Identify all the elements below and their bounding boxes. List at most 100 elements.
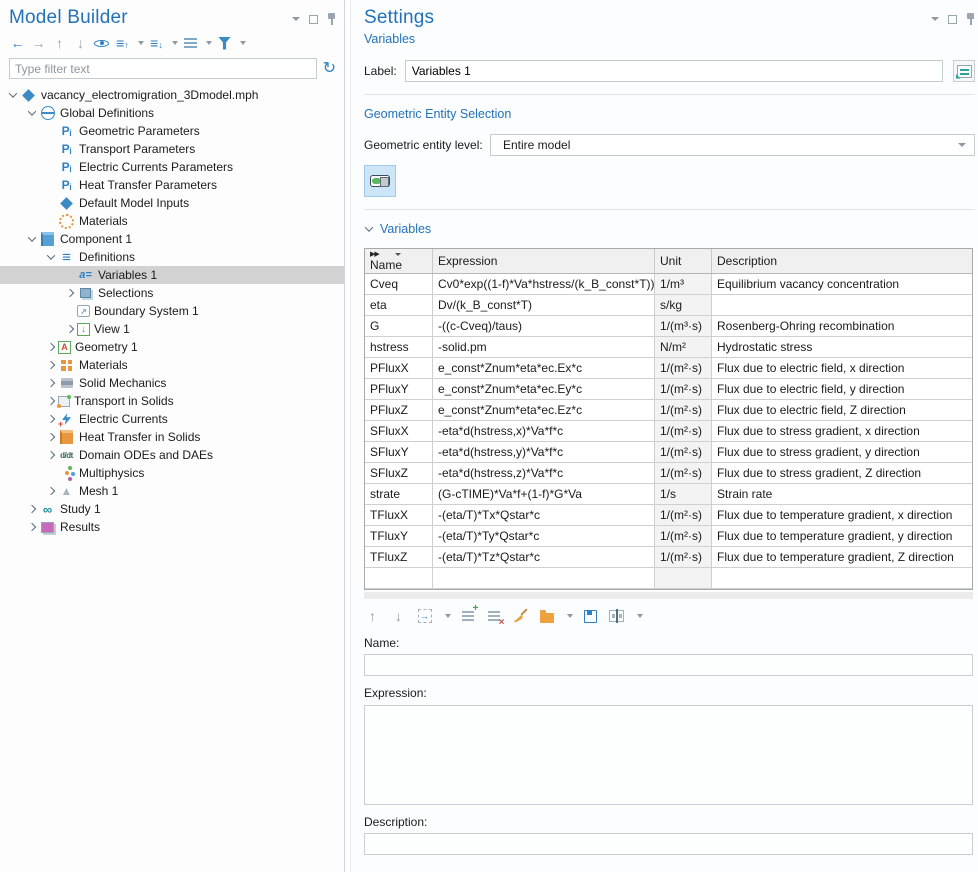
delete-row-button[interactable] [486, 607, 503, 625]
variables-table-row[interactable]: hstress -solid.pm N/m² Hydrostatic stres… [365, 337, 972, 358]
move-into-button[interactable] [416, 607, 433, 625]
node-text-caret-icon[interactable] [206, 41, 212, 45]
tree-item[interactable]: Component 1 [0, 230, 344, 248]
filter-caret-icon[interactable] [240, 41, 246, 45]
tree-item[interactable]: Study 1 [0, 500, 344, 518]
rename-caret-icon[interactable] [637, 614, 643, 618]
cell-description[interactable]: Flux due to temperature gradient, x dire… [712, 505, 972, 525]
back-button[interactable]: ← [9, 34, 26, 52]
cell-expression[interactable]: -eta*d(hstress,x)*Va*f*c [433, 421, 655, 441]
column-header-name[interactable]: Name [370, 258, 427, 272]
variables-table-row[interactable]: strate (G-cTIME)*Va*f+(1-f)*G*Va 1/s Str… [365, 484, 972, 505]
cell-name[interactable]: SFluxY [365, 442, 433, 462]
forward-button[interactable]: → [30, 34, 47, 52]
tree-item[interactable]: Global Definitions [0, 104, 344, 122]
cell-expression[interactable]: -(eta/T)*Tx*Qstar*c [433, 505, 655, 525]
cell-name[interactable]: TFluxY [365, 526, 433, 546]
cell-expression[interactable]: -eta*d(hstress,z)*Va*f*c [433, 463, 655, 483]
expand-all-button[interactable]: ≡↑ [114, 34, 131, 52]
tree-item[interactable]: Multiphysics [0, 464, 344, 482]
tree-item[interactable]: Domain ODEs and DAEs [0, 446, 344, 464]
variables-table-row[interactable]: Cveq Cv0*exp((1-f)*Va*hstress/(k_B_const… [365, 274, 972, 295]
tree-item[interactable]: Electric Currents [0, 410, 344, 428]
collapse-all-caret-icon[interactable] [172, 41, 178, 45]
tree-item[interactable]: Geometric Parameters [0, 122, 344, 140]
expression-input[interactable] [364, 705, 973, 805]
tree-item[interactable]: Results [0, 518, 344, 536]
tree-item[interactable]: Boundary System 1 [0, 302, 344, 320]
tree-twisty-icon[interactable] [63, 326, 77, 332]
variables-table-row[interactable]: TFluxY -(eta/T)*Ty*Qstar*c 1/(m²·s) Flux… [365, 526, 972, 547]
section-collapse-icon[interactable] [364, 226, 374, 232]
cell-name[interactable]: G [365, 316, 433, 336]
expand-all-caret-icon[interactable] [138, 41, 144, 45]
cell-description[interactable] [712, 295, 972, 315]
tree-item[interactable]: vacancy_electromigration_3Dmodel.mph [0, 86, 344, 104]
tree-item[interactable]: View 1 [0, 320, 344, 338]
clear-table-button[interactable] [512, 607, 529, 625]
cell-name[interactable]: TFluxX [365, 505, 433, 525]
cell-name[interactable]: TFluxZ [365, 547, 433, 567]
cell-expression[interactable]: e_const*Znum*eta*ec.Ez*c [433, 400, 655, 420]
add-row-button[interactable] [460, 607, 477, 625]
show-in-documentation-button[interactable] [953, 60, 975, 82]
tree-item[interactable]: Selections [0, 284, 344, 302]
tree-twisty-icon[interactable] [44, 452, 58, 458]
cell-name[interactable]: PFluxX [365, 358, 433, 378]
tree-twisty-icon[interactable] [25, 110, 39, 116]
rename-button[interactable] [608, 607, 625, 625]
tree-twisty-icon[interactable] [6, 92, 20, 98]
tree-item[interactable]: Solid Mechanics [0, 374, 344, 392]
tree-item[interactable]: Transport Parameters [0, 140, 344, 158]
tree-item[interactable]: Variables 1 [0, 266, 344, 284]
cell-expression[interactable]: -((c-Cveq)/taus) [433, 316, 655, 336]
move-up-button[interactable]: ↑ [364, 607, 381, 625]
cell-expression[interactable]: -(eta/T)*Ty*Qstar*c [433, 526, 655, 546]
variables-table-row[interactable]: TFluxZ -(eta/T)*Tz*Qstar*c 1/(m²·s) Flux… [365, 547, 972, 568]
tree-item[interactable]: Mesh 1 [0, 482, 344, 500]
load-from-file-button[interactable] [538, 607, 555, 625]
tree-twisty-icon[interactable] [44, 398, 58, 404]
tree-twisty-icon[interactable] [44, 434, 58, 440]
cell-name[interactable] [365, 568, 433, 588]
cell-name[interactable]: Cveq [365, 274, 433, 294]
cell-expression[interactable]: Cv0*exp((1-f)*Va*hstress/(k_B_const*T)) [433, 274, 655, 294]
cell-description[interactable] [712, 568, 972, 588]
tree-item[interactable]: Electric Currents Parameters [0, 158, 344, 176]
cell-description[interactable]: Flux due to temperature gradient, y dire… [712, 526, 972, 546]
name-input[interactable] [364, 654, 973, 676]
tree-twisty-icon[interactable] [25, 506, 39, 512]
tree-item[interactable]: Transport in Solids [0, 392, 344, 410]
variables-table-row[interactable]: PFluxZ e_const*Znum*eta*ec.Ez*c 1/(m²·s)… [365, 400, 972, 421]
tree-twisty-icon[interactable] [44, 344, 58, 350]
tree-twisty-icon[interactable] [44, 254, 58, 260]
tree-twisty-icon[interactable] [44, 416, 58, 422]
load-from-file-caret-icon[interactable] [567, 614, 573, 618]
refresh-icon[interactable]: ↻ [323, 61, 336, 77]
cell-description[interactable]: Flux due to electric field, x direction [712, 358, 972, 378]
collapse-caret-icon[interactable] [292, 17, 300, 21]
column-header-description[interactable]: Description [717, 254, 967, 268]
move-up-button[interactable]: ↑ [51, 34, 68, 52]
filter-input[interactable] [9, 58, 317, 79]
save-to-file-button[interactable] [582, 607, 599, 625]
cell-expression[interactable]: e_const*Znum*eta*ec.Ex*c [433, 358, 655, 378]
cell-description[interactable]: Flux due to stress gradient, y direction [712, 442, 972, 462]
cell-expression[interactable] [433, 568, 655, 588]
column-menu-caret-icon[interactable] [395, 253, 401, 256]
cell-expression[interactable]: (G-cTIME)*Va*f+(1-f)*G*Va [433, 484, 655, 504]
cell-expression[interactable]: -(eta/T)*Tz*Qstar*c [433, 547, 655, 567]
variables-table-row[interactable]: PFluxX e_const*Znum*eta*ec.Ex*c 1/(m²·s)… [365, 358, 972, 379]
tree-item[interactable]: Materials [0, 356, 344, 374]
cell-description[interactable]: Strain rate [712, 484, 972, 504]
table-horizontal-scrollbar[interactable] [364, 592, 973, 599]
tree-twisty-icon[interactable] [63, 290, 77, 296]
variables-table-row[interactable]: SFluxZ -eta*d(hstress,z)*Va*f*c 1/(m²·s)… [365, 463, 972, 484]
filter-button[interactable] [216, 34, 233, 52]
cell-name[interactable]: strate [365, 484, 433, 504]
active-selection-toggle-button[interactable] [364, 165, 396, 197]
tree-item[interactable]: Heat Transfer in Solids [0, 428, 344, 446]
cell-description[interactable]: Flux due to electric field, y direction [712, 379, 972, 399]
cell-name[interactable]: eta [365, 295, 433, 315]
variables-table-row[interactable]: eta Dv/(k_B_const*T) s/kg [365, 295, 972, 316]
